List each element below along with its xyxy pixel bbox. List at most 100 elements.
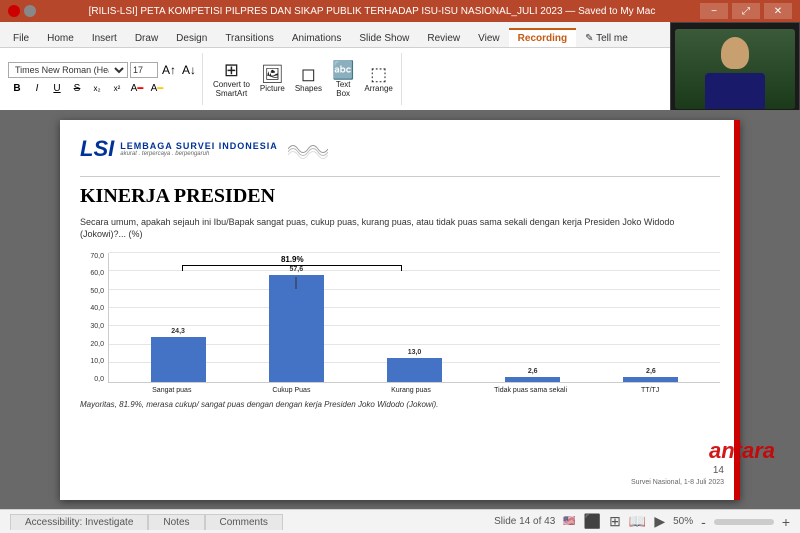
zoom-level: 50% [673, 516, 693, 527]
bar-rect-4 [505, 377, 560, 382]
slide-count: Slide 14 of 43 [494, 516, 555, 527]
title-bar: [RILIS-LSI] PETA KOMPETISI PILPRES DAN S… [0, 0, 800, 22]
decrease-font-btn[interactable]: A↓ [180, 62, 198, 78]
tab-review[interactable]: Review [418, 28, 469, 47]
slide: LSI LEMBAGA SURVEI INDONESIA akurat . te… [60, 120, 740, 500]
content-area: LSI LEMBAGA SURVEI INDONESIA akurat . te… [0, 110, 800, 509]
accessibility-tab[interactable]: Accessibility: Investigate [10, 514, 148, 530]
slide-title: KINERJA PRESIDEN [80, 185, 720, 208]
bar-value-5: 2,6 [646, 368, 656, 375]
tab-file[interactable]: File [4, 28, 38, 47]
normal-view-icon[interactable]: ⬛ [584, 513, 601, 530]
bar-tttj: 2,6 [592, 368, 710, 382]
tab-animations[interactable]: Animations [283, 28, 350, 47]
x-label-2: Cukup Puas [232, 387, 352, 394]
presenter-view-icon[interactable]: ▶ [654, 513, 665, 530]
status-bar: Accessibility: Investigate Notes Comment… [0, 509, 800, 533]
y-axis: 70,0 60,0 50,0 40,0 30,0 20,0 10,0 0,0 [80, 253, 108, 383]
bar-value-1: 24,3 [171, 328, 185, 335]
chart-bars: 81.9% 24,3 57,6 [108, 253, 720, 383]
notes-tab[interactable]: Notes [148, 514, 204, 530]
shapes-btn[interactable]: ◻ Shapes [291, 56, 326, 102]
bar-rect-5 [623, 377, 678, 382]
slide-sorter-icon[interactable]: ⊞ [609, 513, 621, 530]
tab-home[interactable]: Home [38, 28, 83, 47]
x-label-1: Sangat puas [112, 387, 232, 394]
arrange-btn[interactable]: ⬚ Arrange [360, 56, 396, 102]
font-group: Times New Roman (Hea... A↑ A↓ B I U S x₂… [4, 53, 203, 105]
app-wrapper: [RILIS-LSI] PETA KOMPETISI PILPRES DAN S… [0, 0, 800, 533]
italic-btn[interactable]: I [28, 80, 46, 96]
strikethrough-btn[interactable]: S [68, 80, 86, 96]
bar-value-4: 2,6 [528, 368, 538, 375]
slide-survey-info: Survei Nasional, 1-8 Juli 2023 [631, 479, 724, 486]
slide-page-number: 14 [713, 465, 724, 476]
bar-value-2: 57,6 [289, 266, 303, 273]
ribbon: File Home Insert Draw Design Transitions… [0, 22, 670, 110]
comments-tab[interactable]: Comments [205, 514, 283, 530]
font-color-btn[interactable]: A▬ [128, 80, 146, 96]
ribbon-content-row: Times New Roman (Hea... A↑ A↓ B I U S x₂… [0, 48, 670, 110]
x-label-3: Kurang puas [351, 387, 471, 394]
close-btn[interactable]: ✕ [764, 3, 792, 19]
tab-slideshow[interactable]: Slide Show [350, 28, 418, 47]
bar-kurang-puas: 13,0 [355, 349, 473, 382]
highlight-btn[interactable]: A▬ [148, 80, 166, 96]
chart-with-axes: 70,0 60,0 50,0 40,0 30,0 20,0 10,0 0,0 [80, 253, 720, 383]
tab-transitions[interactable]: Transitions [216, 28, 283, 47]
window-controls: − ⤢ ✕ [700, 3, 792, 19]
tab-tellme[interactable]: ✎ Tell me [576, 28, 637, 47]
font-row-1: Times New Roman (Hea... A↑ A↓ [8, 62, 198, 78]
tab-draw[interactable]: Draw [126, 28, 167, 47]
lsi-full-name: LEMBAGA SURVEI INDONESIA [120, 141, 278, 151]
user-video [675, 29, 795, 109]
zoom-out-icon[interactable]: - [701, 514, 706, 530]
y-label-0: 0,0 [80, 376, 104, 383]
textbox-btn[interactable]: 🔤 TextBox [328, 56, 358, 102]
superscript-btn[interactable]: x² [108, 80, 126, 96]
minimize-btn[interactable]: − [700, 3, 728, 19]
font-family-select[interactable]: Times New Roman (Hea... [8, 62, 128, 78]
y-label-30: 30,0 [80, 323, 104, 330]
chart-area: 70,0 60,0 50,0 40,0 30,0 20,0 10,0 0,0 [80, 253, 720, 394]
font-size-input[interactable] [130, 62, 158, 78]
status-tabs: Accessibility: Investigate Notes Comment… [10, 514, 283, 530]
lsi-logo-text: LSI [80, 136, 114, 162]
underline-btn[interactable]: U [48, 80, 66, 96]
increase-font-btn[interactable]: A↑ [160, 62, 178, 78]
x-label-5: TT/TJ [590, 387, 710, 394]
lsi-tagline: akurat . terpercaya . berpengaruh [120, 151, 278, 157]
y-label-50: 50,0 [80, 288, 104, 295]
bar-rect-3 [387, 358, 442, 382]
bar-rect-1 [151, 337, 206, 382]
picture-btn[interactable]: 🖼 Picture [256, 56, 289, 102]
subscript-btn[interactable]: x₂ [88, 80, 106, 96]
y-label-10: 10,0 [80, 358, 104, 365]
bars-row: 24,3 57,6 [109, 253, 720, 382]
window-title: [RILIS-LSI] PETA KOMPETISI PILPRES DAN S… [44, 6, 700, 17]
tab-recording[interactable]: Recording [509, 28, 576, 47]
tab-design[interactable]: Design [167, 28, 216, 47]
language-indicator: 🇺🇸 [563, 516, 575, 527]
cursor-indicator [296, 277, 297, 289]
zoom-slider[interactable] [714, 519, 774, 525]
bold-btn[interactable]: B [8, 80, 26, 96]
zoom-in-icon[interactable]: + [782, 514, 790, 530]
y-label-70: 70,0 [80, 253, 104, 260]
logo-decoration [288, 138, 328, 160]
ribbon-tabs-row: File Home Insert Draw Design Transitions… [0, 22, 670, 48]
y-label-40: 40,0 [80, 305, 104, 312]
convert-smartart-btn[interactable]: ⊞ Convert toSmartArt [209, 56, 254, 102]
tab-view[interactable]: View [469, 28, 509, 47]
bar-value-3: 13,0 [408, 349, 422, 356]
reading-view-icon[interactable]: 📖 [629, 513, 646, 530]
slide-bottom-note: Mayoritas, 81.9%, merasa cukup/ sangat p… [80, 400, 720, 409]
bar-cukup-puas: 57,6 [237, 266, 355, 382]
y-label-20: 20,0 [80, 341, 104, 348]
y-label-60: 60,0 [80, 270, 104, 277]
x-label-row: Sangat puas Cukup Puas Kurang puas Tidak… [80, 387, 720, 394]
x-label-4: Tidak puas sama sekali [471, 387, 591, 394]
tab-insert[interactable]: Insert [83, 28, 126, 47]
maximize-btn[interactable]: ⤢ [732, 3, 760, 19]
drawing-group: ⊞ Convert toSmartArt 🖼 Picture ◻ Shapes … [205, 53, 402, 105]
